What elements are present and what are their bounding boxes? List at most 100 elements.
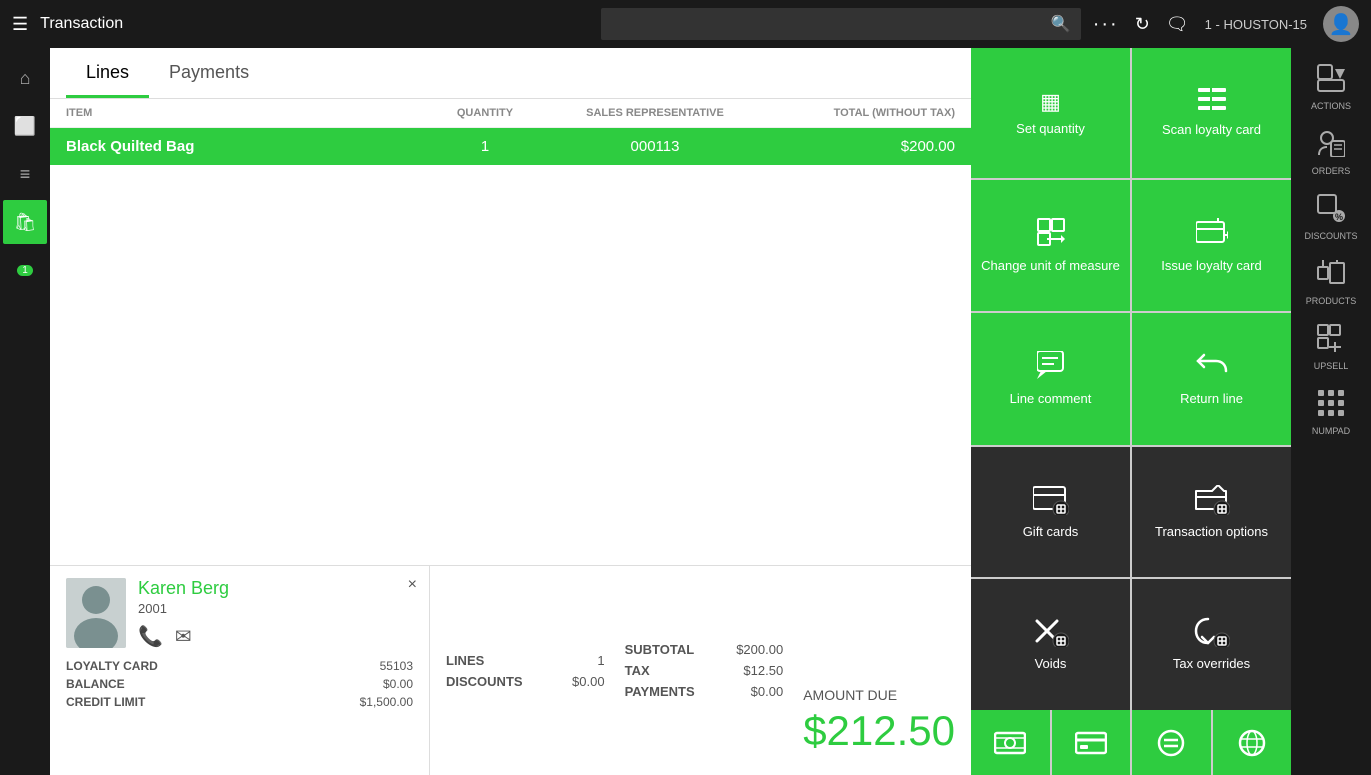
left-sidebar: ⌂ ⬜ ≡ 🛍 1 [0,48,50,775]
tax-label: TAX [625,663,650,678]
sidebar-item-count[interactable]: 1 [3,248,47,292]
table-row[interactable]: Black Quilted Bag 1 000113 $200.00 [50,128,971,165]
amount-due-value: $212.50 [803,707,955,755]
cash-tile[interactable] [971,710,1050,775]
phone-icon[interactable]: 📞 [138,624,163,649]
main-layout: ⌂ ⬜ ≡ 🛍 1 Lines Payments ITEM QUANTITY S… [0,48,1371,775]
item-total: $200.00 [755,138,955,155]
issue-loyalty-label: Issue loyalty card [1161,258,1261,274]
discounts-icon: % [1317,194,1345,228]
customer-details: LOYALTY CARD 55103 BALANCE $0.00 CREDIT … [66,657,413,711]
tax-overrides-label: Tax overrides [1173,656,1250,672]
sidebar-item-menu[interactable]: ≡ [3,152,47,196]
cart-icon: 🛍 [14,212,37,233]
upsell-label: UPSELL [1314,361,1349,371]
order-summary: LINES 1 DISCOUNTS $0.00 SUBTOTAL $200.00… [430,566,971,775]
voids-icon [1033,617,1069,650]
subtotal-value: $200.00 [736,642,783,657]
customer-name: Karen Berg [138,578,413,599]
transaction-options-icon [1194,485,1230,518]
scan-loyalty-card-tile[interactable]: Scan loyalty card [1132,48,1291,178]
sidebar-item-products[interactable]: PRODUCTS [1294,251,1368,314]
discounts-value: $0.00 [572,674,605,689]
store-label: 1 - HOUSTON-15 [1205,17,1307,32]
refresh-icon[interactable]: ↻ [1135,14,1150,35]
return-line-label: Return line [1180,391,1243,407]
tax-overrides-icon [1194,617,1230,650]
svg-text:%: % [1335,212,1343,222]
gift-cards-label: Gift cards [1023,524,1079,540]
discounts-label: DISCOUNTS [1304,231,1357,241]
discounts-label: DISCOUNTS [446,674,523,689]
box-icon: ⬜ [14,116,36,137]
tax-row: TAX $12.50 [625,660,784,681]
search-wrapper: 🔍 [601,8,1081,40]
globe-tile[interactable] [1213,710,1292,775]
change-unit-tile[interactable]: Change unit of measure [971,180,1130,312]
voids-tile[interactable]: Voids [971,579,1130,710]
change-unit-label: Change unit of measure [981,258,1120,274]
line-comment-label: Line comment [1010,391,1092,407]
return-line-tile[interactable]: Return line [1132,313,1291,445]
gift-cards-tile[interactable]: Gift cards [971,447,1130,578]
lines-value: 1 [597,653,604,668]
bottom-panel: × Karen Berg 2001 📞 ✉ [50,565,971,775]
topbar-title: Transaction [40,15,589,33]
customer-icons: 📞 ✉ [138,624,413,649]
numpad-icon [1317,389,1345,423]
sidebar-item-upsell[interactable]: UPSELL [1294,316,1368,379]
avatar[interactable]: 👤 [1323,6,1359,42]
card-tile[interactable] [1052,710,1131,775]
item-quantity: 1 [415,138,555,155]
topbar: ☰ Transaction 🔍 ··· ↻ 🗨 1 - HOUSTON-15 👤 [0,0,1371,48]
transaction-options-tile[interactable]: Transaction options [1132,447,1291,578]
scan-loyalty-icon [1198,88,1226,116]
products-label: PRODUCTS [1306,296,1357,306]
center-content: Lines Payments ITEM QUANTITY SALES REPRE… [50,48,971,775]
sidebar-item-home[interactable]: ⌂ [3,56,47,100]
sidebar-item-products[interactable]: ⬜ [3,104,47,148]
tax-overrides-tile[interactable]: Tax overrides [1132,579,1291,710]
more-options-icon[interactable]: ··· [1093,13,1119,36]
credit-limit-label: CREDIT LIMIT [66,695,145,709]
voids-label: Voids [1035,656,1067,672]
scan-loyalty-label: Scan loyalty card [1162,122,1261,138]
loyalty-label: LOYALTY CARD [66,659,158,673]
line-comment-icon [1037,351,1065,385]
change-unit-icon [1037,218,1065,252]
comment-icon[interactable]: 🗨 [1166,14,1189,35]
right-sidebar: ACTIONS ORDERS % [1291,48,1371,775]
bottom-action-bar [971,710,1291,775]
topbar-right: ··· ↻ 🗨 1 - HOUSTON-15 👤 [1093,6,1359,42]
subtotal-row: SUBTOTAL $200.00 [625,639,784,660]
sidebar-item-numpad[interactable]: NUMPAD [1294,381,1368,444]
customer-top: Karen Berg 2001 📞 ✉ [66,578,413,649]
item-name: Black Quilted Bag [66,138,415,155]
sidebar-item-discounts[interactable]: % DISCOUNTS [1294,186,1368,249]
sidebar-item-orders[interactable]: ORDERS [1294,121,1368,184]
payments-label: PAYMENTS [625,684,695,699]
numpad-label: NUMPAD [1312,426,1350,436]
equal-tile[interactable] [1132,710,1211,775]
set-quantity-tile[interactable]: ▦ Set quantity [971,48,1130,178]
amount-due-label: AMOUNT DUE [803,687,955,703]
col-quantity: QUANTITY [415,107,555,119]
customer-id: 2001 [138,601,413,616]
search-input[interactable] [601,8,1081,40]
tab-payments[interactable]: Payments [149,48,269,98]
balance-label: BALANCE [66,677,125,691]
table-header: ITEM QUANTITY SALES REPRESENTATIVE TOTAL… [50,99,971,128]
credit-limit-value: $1,500.00 [360,695,413,709]
menu-icon[interactable]: ☰ [12,14,28,35]
summary-container-right: SUBTOTAL $200.00 TAX $12.50 PAYMENTS $0.… [625,578,784,763]
sidebar-item-actions[interactable]: ACTIONS [1294,56,1368,119]
close-customer-button[interactable]: × [408,576,417,594]
tab-lines[interactable]: Lines [66,48,149,98]
sidebar-item-cart[interactable]: 🛍 [3,200,47,244]
issue-loyalty-card-tile[interactable]: Issue loyalty card [1132,180,1291,312]
email-icon[interactable]: ✉ [175,624,192,649]
line-comment-tile[interactable]: Line comment [971,313,1130,445]
orders-icon [1317,129,1345,163]
summary-container: LINES 1 DISCOUNTS $0.00 [446,578,605,763]
col-sales-rep: SALES REPRESENTATIVE [555,107,755,119]
